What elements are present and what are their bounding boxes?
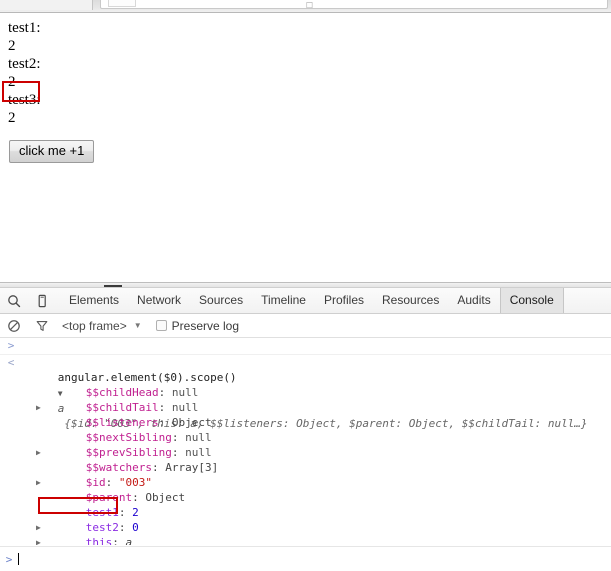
property-row[interactable]: $$nextSibling: null — [0, 415, 611, 444]
property-row-this[interactable]: ▶ this: a — [0, 520, 611, 545]
input-marker-icon: > — [7, 339, 15, 352]
prompt-text-cursor — [18, 553, 19, 565]
prompt-marker-icon: > — [5, 552, 13, 566]
property-row[interactable]: ▶ $parent: Object — [0, 475, 611, 504]
preserve-log-checkbox[interactable] — [155, 320, 167, 331]
search-icon[interactable] — [0, 288, 28, 313]
property-row-test2[interactable]: test2: 0 — [0, 505, 611, 534]
tab-console[interactable]: Console — [499, 288, 564, 313]
page-icon: ☐ — [305, 1, 314, 10]
click-me-button[interactable]: click me +1 — [9, 140, 95, 163]
tab-audits[interactable]: Audits — [448, 288, 499, 313]
property-row[interactable]: $$childHead: null — [0, 370, 611, 399]
property-row[interactable]: $$childTail: null — [0, 385, 611, 414]
property-row[interactable]: $$prevSibling: null — [0, 430, 611, 459]
console-message-list: > angular.element($0).scope() < ▼ a {$id… — [0, 338, 611, 545]
tab-resources[interactable]: Resources — [373, 288, 448, 313]
preserve-log-label: Preserve log — [171, 318, 240, 333]
address-bar-field[interactable] — [108, 0, 136, 7]
execution-context-select[interactable]: <top frame> ▼ — [62, 319, 142, 333]
page-line-test3-label: test3: — [8, 92, 41, 108]
devtools-panel: Elements Network Sources Timeline Profil… — [0, 288, 611, 571]
tab-sources[interactable]: Sources — [190, 288, 252, 313]
browser-tab[interactable] — [0, 0, 93, 10]
console-input-echo[interactable]: > angular.element($0).scope() — [0, 338, 611, 384]
chevron-down-icon: ▼ — [133, 321, 142, 330]
page-line-test1-value: 2 — [8, 38, 16, 54]
console-toolbar: <top frame> ▼ Preserve log — [0, 314, 611, 338]
property-row-test1[interactable]: test1: 2 — [0, 490, 611, 519]
tab-profiles[interactable]: Profiles — [315, 288, 373, 313]
response-marker-icon: < — [7, 356, 15, 369]
property-row[interactable]: ▶ $$watchers: Array[3] — [0, 445, 611, 474]
disclosure-triangle-icon[interactable]: ▶ — [36, 400, 41, 415]
disclosure-triangle-icon[interactable]: ▶ — [36, 520, 41, 535]
page-line-test1-label: test1: — [8, 20, 41, 36]
info-icon[interactable] — [588, 357, 599, 368]
disclosure-triangle-icon[interactable]: ▶ — [36, 445, 41, 460]
console-prompt[interactable]: > — [0, 546, 611, 571]
console-result-header[interactable]: < ▼ a {$id: "003", this: a, $$listeners:… — [0, 355, 611, 430]
devtools-toolbar: Elements Network Sources Timeline Profil… — [0, 288, 611, 314]
execution-context-label: <top frame> — [62, 318, 127, 333]
page-content: test1: 2 test2: 2 test3: 2 — [8, 19, 41, 127]
tab-network[interactable]: Network — [128, 288, 190, 313]
page-viewport: test1: 2 test2: 2 test3: 2 click me +1 — [0, 13, 611, 282]
device-toggle-icon[interactable] — [28, 288, 56, 313]
splitter-grip — [104, 285, 122, 287]
clear-console-icon[interactable] — [0, 313, 28, 338]
browser-chrome: ☐ — [0, 0, 611, 12]
disclosure-triangle-icon[interactable]: ▶ — [36, 535, 41, 545]
filter-icon[interactable] — [28, 313, 56, 338]
property-row-proto[interactable]: ▶__proto__: Object — [0, 535, 611, 545]
property-row[interactable]: ▶ $$listeners: Object — [0, 400, 611, 429]
tab-elements[interactable]: Elements — [60, 288, 128, 313]
page-line-test2-label: test2: — [8, 56, 41, 72]
page-line-test3-value: 2 — [8, 110, 16, 126]
page-line-test2-value: 2 — [8, 74, 16, 90]
tab-timeline[interactable]: Timeline — [252, 288, 315, 313]
disclosure-triangle-icon[interactable]: ▶ — [36, 475, 41, 490]
property-row[interactable]: $id: "003" — [0, 460, 611, 489]
address-bar[interactable] — [100, 0, 608, 9]
preserve-log-toggle[interactable]: Preserve log — [155, 318, 240, 333]
devtools-tabs: Elements Network Sources Timeline Profil… — [60, 288, 564, 313]
